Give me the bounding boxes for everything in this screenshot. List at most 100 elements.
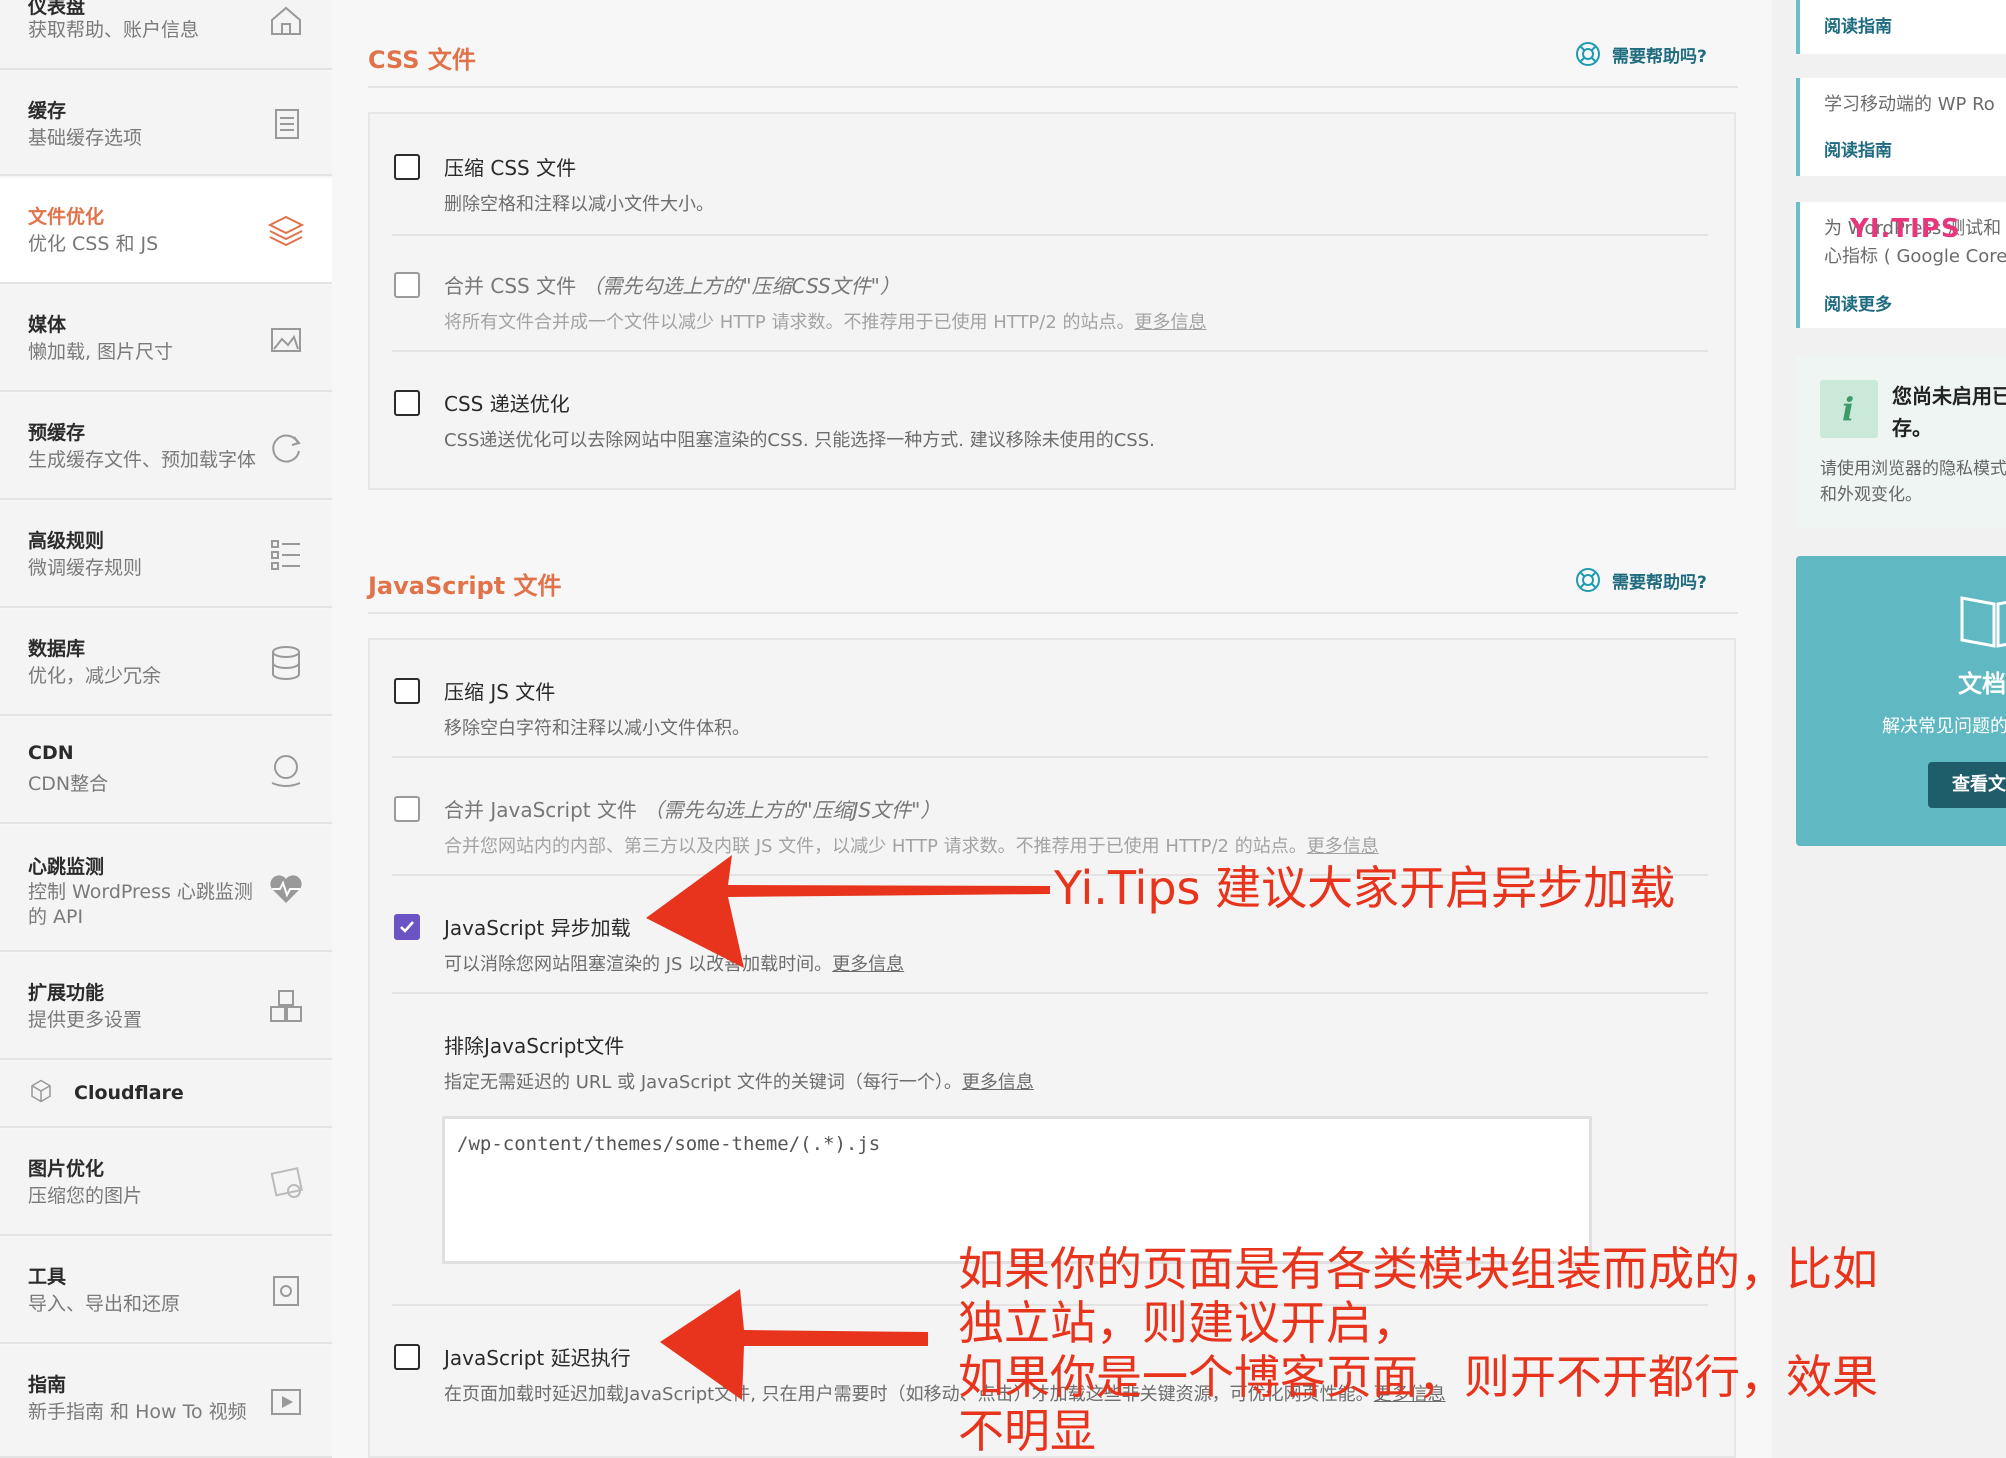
guide-text: 学习移动端的 WP Ro <box>1824 94 1995 115</box>
sidebar-item-title: 工具 <box>28 1266 67 1288</box>
option-label: 压缩 JS 文件 <box>444 680 556 704</box>
defer-js-checkbox[interactable] <box>394 914 420 940</box>
sidebar-item-4[interactable]: 预缓存 生成缓存文件、预加载字体 <box>0 394 332 500</box>
documentation-card: 文档 解决常见问题的 查看文 <box>1796 556 2006 846</box>
sidebar-item-title: 指南 <box>28 1374 67 1396</box>
sidebar-item-9[interactable]: 扩展功能 提供更多设置 <box>0 954 332 1060</box>
option-label: JavaScript 延迟执行 <box>444 1346 631 1370</box>
sidebar-item-1[interactable]: 缓存 基础缓存选项 <box>0 72 332 176</box>
list-icon <box>271 540 300 570</box>
sidebar-item-title: 图片优化 <box>28 1158 105 1180</box>
sidebar-item-subtitle: 压缩您的图片 <box>28 1185 143 1207</box>
sidebar-item-subtitle: 懒加载, 图片尺寸 <box>28 341 174 363</box>
sidebar-item-3[interactable]: 媒体懒加载, 图片尺寸 <box>0 286 332 392</box>
delay-js-checkbox[interactable] <box>394 1344 420 1370</box>
refresh-icon <box>272 434 301 463</box>
divider <box>392 992 1708 994</box>
right-panel: 阅读指南 学习移动端的 WP Ro 阅读指南 为 WordPress 测试和 心… <box>1772 0 2006 1458</box>
divider <box>392 350 1708 352</box>
sidebar-item-title: 仪表盘 <box>28 0 86 18</box>
globe-icon <box>271 755 301 787</box>
sidebar-item-title: 数据库 <box>28 638 86 660</box>
cubes-icon <box>270 990 302 1022</box>
css-help-link[interactable]: 需要帮助吗? <box>1574 40 1707 68</box>
book-icon <box>1960 596 2006 648</box>
sidebar-item-8[interactable]: 心跳监测控制 WordPress 心跳监测的 API <box>0 826 332 952</box>
read-guide-link[interactable]: 阅读指南 <box>1824 12 1892 37</box>
sidebar-item-subtitle: 基础缓存选项 <box>28 127 143 149</box>
sidebar-item-subtitle: CDN整合 <box>28 773 109 795</box>
sidebar-item-subtitle: 优化 CSS 和 JS <box>28 233 159 255</box>
video-icon <box>271 1389 301 1415</box>
private-mode-notice: i 您尚未启用已 存。 请使用浏览器的隐私模式 和外观变化。 <box>1796 356 2006 528</box>
annotation-text-1: Yi.Tips 建议大家开启异步加载 <box>1054 861 1676 915</box>
sidebar-item-6[interactable]: 数据库 优化，减少冗余 <box>0 610 332 716</box>
combine-css-checkbox[interactable] <box>394 272 420 298</box>
combine-js-checkbox[interactable] <box>394 796 420 822</box>
database-icon <box>272 646 300 680</box>
more-info-link[interactable]: 更多信息 <box>962 1072 1034 1093</box>
sidebar-item-subtitle: 新手指南 和 How To 视频 <box>28 1401 247 1423</box>
view-docs-button[interactable]: 查看文 <box>1928 762 2006 808</box>
sidebar-item-title: 缓存 <box>28 100 67 122</box>
checkmark-icon <box>400 921 414 933</box>
sidebar-item-5[interactable]: 高级规则微调缓存规则 <box>0 502 332 608</box>
minify-css-checkbox[interactable] <box>394 154 420 180</box>
notice-text: 请使用浏览器的隐私模式 和外观变化。 <box>1820 459 2006 505</box>
sidebar-item-title: 文件优化 <box>28 206 105 228</box>
sidebar-item-2[interactable]: 文件优化优化 CSS 和 JS <box>0 178 332 284</box>
annotation-text-2: 如果你的页面是有各类模块组装而成的，比如 独立站，则建议开启， 如果你是一个博客… <box>958 1242 1878 1458</box>
sidebar-item-title: 扩展功能 <box>28 982 105 1004</box>
main-content: CSS 文件 需要帮助吗? 压缩 CSS 文件 删除空格和注释以减小文件大小。 … <box>332 0 1772 1458</box>
js-section-title: JavaScript 文件 <box>368 572 562 600</box>
watermark: YI.TIPS <box>1850 214 1961 244</box>
css-help-label: 需要帮助吗? <box>1612 46 1707 67</box>
option-desc: 可以消除您网站阻塞渲染的 JS 以改善加载时间。更多信息 <box>444 954 905 975</box>
read-more-link[interactable]: 阅读更多 <box>1824 290 1892 315</box>
info-icon: i <box>1820 380 1878 438</box>
divider <box>392 234 1708 236</box>
cloudflare-icon <box>31 1079 51 1103</box>
minify-js-checkbox[interactable] <box>394 678 420 704</box>
sidebar-item-subtitle: 微调缓存规则 <box>28 557 143 579</box>
sidebar-item-subtitle: 控制 WordPress 心跳监测的 API <box>28 881 253 928</box>
tools-icon <box>273 1276 299 1306</box>
heartbeat-icon <box>270 875 302 903</box>
more-info-link[interactable]: 更多信息 <box>832 954 904 975</box>
js-help-label: 需要帮助吗? <box>1612 572 1707 593</box>
image-icon <box>271 328 301 352</box>
sidebar-item-subtitle: 生成缓存文件、预加载字体 <box>28 449 257 471</box>
exclude-js-label: 排除JavaScript文件 <box>444 1034 625 1058</box>
guide-card-1: 阅读指南 <box>1796 0 2006 54</box>
option-desc: 将所有文件合并成一个文件以减少 HTTP 请求数。不推荐用于已使用 HTTP/2… <box>444 312 1207 333</box>
layers-icon <box>267 215 305 247</box>
option-label: CSS 递送优化 <box>444 392 570 416</box>
sidebar-item-10[interactable]: Cloudflare <box>0 1062 332 1128</box>
sidebar-item-0[interactable]: 仪表盘 获取帮助、账户信息 <box>0 0 332 70</box>
option-label: 合并 CSS 文件 （需先勾选上方的"压缩CSS文件"） <box>444 274 900 298</box>
sidebar-item-title: 心跳监测 <box>28 856 105 878</box>
js-help-link[interactable]: 需要帮助吗? <box>1574 566 1707 594</box>
sidebar-item-13[interactable]: 指南新手指南 和 How To 视频 <box>0 1346 332 1458</box>
option-desc: 删除空格和注释以减小文件大小。 <box>444 194 714 215</box>
lifebuoy-icon <box>1576 42 1600 66</box>
guide-text: 心指标 ( Google Core <box>1824 246 2006 267</box>
css-delivery-checkbox[interactable] <box>394 390 420 416</box>
more-info-link[interactable]: 更多信息 <box>1135 312 1207 333</box>
sidebar-item-title: 媒体 <box>28 314 67 336</box>
sidebar-item-11[interactable]: 图片优化压缩您的图片 <box>0 1130 332 1236</box>
guide-card-3: 为 WordPress 测试和 心指标 ( Google Core 阅读更多 Y… <box>1796 202 2006 328</box>
sidebar-item-12[interactable]: 工具导入、导出和还原 <box>0 1238 332 1344</box>
sidebar-item-subtitle: 导入、导出和还原 <box>28 1293 181 1315</box>
home-icon <box>271 6 301 35</box>
sidebar-item-7[interactable]: CDN CDN整合 <box>0 718 332 824</box>
sidebar-item-title: Cloudflare <box>74 1082 184 1104</box>
read-guide-link[interactable]: 阅读指南 <box>1824 136 1892 161</box>
exclude-js-desc: 指定无需延迟的 URL 或 JavaScript 文件的关键词（每行一个）。更多… <box>444 1072 1034 1093</box>
sidebar-item-title: 高级规则 <box>28 530 105 552</box>
notice-title: 您尚未启用已 存。 <box>1892 384 2006 440</box>
guide-card-2: 学习移动端的 WP Ro 阅读指南 <box>1796 78 2006 176</box>
css-options-card: 压缩 CSS 文件 删除空格和注释以减小文件大小。 合并 CSS 文件 （需先勾… <box>368 112 1736 490</box>
option-label: 合并 JavaScript 文件 （需先勾选上方的"压缩JS文件"） <box>444 798 941 822</box>
divider <box>368 86 1738 88</box>
